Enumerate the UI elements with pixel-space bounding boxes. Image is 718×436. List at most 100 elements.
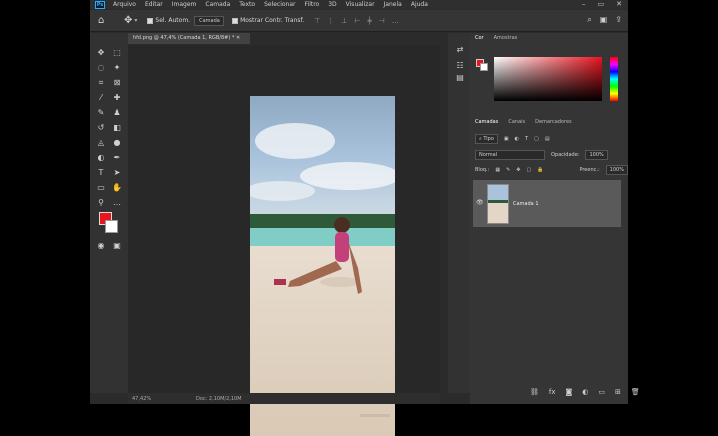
magic-wand-icon[interactable]: ✦ bbox=[110, 62, 124, 74]
filter-smart-icon[interactable]: ▤ bbox=[545, 136, 550, 142]
adjustments-panel-icon[interactable]: ▤ bbox=[454, 73, 466, 83]
filter-type-icon[interactable]: T bbox=[525, 136, 528, 142]
lock-artboard-icon[interactable]: ▢ bbox=[526, 167, 531, 173]
maximize-icon[interactable]: ▭ bbox=[598, 0, 605, 8]
menu-camada[interactable]: Camada bbox=[205, 1, 230, 8]
menu-janela[interactable]: Janela bbox=[384, 1, 402, 8]
filter-shape-icon[interactable]: ▢ bbox=[534, 136, 539, 142]
document-tab[interactable]: hfd.png @ 47,4% (Camada 1, RGB/8#) * ✕ bbox=[128, 33, 250, 44]
lock-move-icon[interactable]: ✥ bbox=[516, 167, 520, 173]
layer-name[interactable]: Camada 1 bbox=[513, 201, 539, 207]
canvas-image[interactable] bbox=[250, 96, 395, 436]
workspace-icon[interactable]: ▣ bbox=[600, 15, 608, 25]
link-layers-icon[interactable]: ⛓ bbox=[530, 388, 539, 396]
brush-icon[interactable]: ✎ bbox=[94, 107, 108, 119]
menu-editar[interactable]: Editar bbox=[145, 1, 163, 8]
filter-adjust-icon[interactable]: ◐ bbox=[515, 136, 519, 142]
menu-selecionar[interactable]: Selecionar bbox=[264, 1, 295, 8]
lasso-icon[interactable]: ◌ bbox=[94, 62, 108, 74]
canvas-area[interactable] bbox=[128, 45, 440, 436]
move-icon[interactable]: ✥ bbox=[94, 47, 108, 59]
hand-icon[interactable]: ✋ bbox=[110, 182, 124, 194]
auto-select-checkbox[interactable]: Sel. Autom. bbox=[147, 17, 190, 24]
close-icon[interactable]: ✕ bbox=[616, 0, 622, 8]
pen-icon[interactable]: ✒ bbox=[110, 152, 124, 164]
background-color-swatch[interactable] bbox=[105, 220, 118, 233]
minimize-icon[interactable]: – bbox=[582, 0, 586, 8]
opacity-field[interactable]: 100% bbox=[585, 150, 608, 160]
layers-footer: ⛓ fx ◙ ◐ ▭ ⊞ 🗑 bbox=[530, 388, 640, 396]
history-panel-icon[interactable]: ⇄ bbox=[454, 45, 466, 55]
align-left-icon[interactable]: ⊢ bbox=[354, 17, 360, 25]
fill-field[interactable]: 100% bbox=[605, 165, 628, 175]
history-brush-icon[interactable]: ↺ bbox=[94, 122, 108, 134]
menu-texto[interactable]: Texto bbox=[239, 1, 255, 8]
filter-pixel-icon[interactable]: ▣ bbox=[504, 136, 509, 142]
hue-slider[interactable] bbox=[610, 57, 618, 101]
marquee-icon[interactable]: ⬚ bbox=[110, 47, 124, 59]
more-icon[interactable]: … bbox=[110, 197, 124, 209]
frame-icon[interactable]: ⊠ bbox=[110, 77, 124, 89]
eye-icon[interactable]: 👁 bbox=[476, 199, 484, 206]
path-select-icon[interactable]: ➤ bbox=[110, 167, 124, 179]
menu-imagem[interactable]: Imagem bbox=[172, 1, 197, 8]
align-top-icon[interactable]: ⊤ bbox=[314, 17, 320, 25]
menu-filtro[interactable]: Filtro bbox=[305, 1, 320, 8]
menu-visualizar[interactable]: Visualizar bbox=[346, 1, 375, 8]
blend-mode-dropdown[interactable]: Normal bbox=[475, 150, 545, 160]
add-mask-icon[interactable]: ◙ bbox=[566, 388, 573, 396]
stamp-icon[interactable]: ♟ bbox=[110, 107, 124, 119]
eraser-icon[interactable]: ◧ bbox=[110, 122, 124, 134]
bucket-icon[interactable]: ◬ bbox=[94, 137, 108, 149]
color-spectrum-field[interactable] bbox=[494, 57, 602, 101]
layer-filter-value: Tipo bbox=[483, 136, 494, 142]
opacity-label: Opacidade: bbox=[551, 152, 580, 158]
share-icon[interactable]: ⇪ bbox=[615, 15, 622, 25]
tab-canais[interactable]: Canais bbox=[508, 119, 525, 125]
tab-camadas[interactable]: Camadas bbox=[475, 119, 498, 125]
layer-row[interactable]: 👁 Camada 1 bbox=[473, 180, 621, 227]
fx-icon[interactable]: fx bbox=[549, 388, 556, 396]
search-icon[interactable]: ⌕ bbox=[587, 15, 591, 25]
dodge-icon[interactable]: ◐ bbox=[94, 152, 108, 164]
eyedropper-icon[interactable]: ⁄ bbox=[94, 92, 108, 104]
screen-mode-icon[interactable]: ▣ bbox=[110, 240, 124, 252]
menu-ajuda[interactable]: Ajuda bbox=[411, 1, 428, 8]
layer-filter-dropdown[interactable]: ⌕ Tipo bbox=[475, 134, 498, 144]
new-group-icon[interactable]: ▭ bbox=[598, 388, 605, 396]
new-layer-icon[interactable]: ⊞ bbox=[615, 388, 621, 396]
auto-select-target-dropdown[interactable]: Camada bbox=[194, 15, 225, 26]
more-options-icon[interactable]: … bbox=[392, 17, 399, 25]
zoom-level[interactable]: 47,42% bbox=[132, 396, 172, 402]
move-tool-icon[interactable]: ✥ bbox=[124, 15, 132, 26]
tab-amostras[interactable]: Amostras bbox=[494, 35, 518, 41]
photoshop-window: Ps Arquivo Editar Imagem Camada Texto Se… bbox=[90, 0, 640, 436]
home-icon[interactable]: ⌂ bbox=[98, 15, 114, 26]
tab-cor[interactable]: Cor bbox=[475, 35, 484, 41]
show-transform-checkbox[interactable]: Mostrar Contr. Transf. bbox=[232, 17, 304, 24]
align-middle-icon[interactable]: ⋮ bbox=[327, 17, 334, 25]
lock-pixels-icon[interactable]: ▦ bbox=[495, 167, 500, 173]
menu-arquivo[interactable]: Arquivo bbox=[113, 1, 136, 8]
align-center-icon[interactable]: ╪ bbox=[367, 17, 371, 25]
close-tab-icon[interactable]: ✕ bbox=[236, 35, 240, 41]
type-icon[interactable]: T bbox=[94, 167, 108, 179]
menu-bar: Ps Arquivo Editar Imagem Camada Texto Se… bbox=[90, 0, 628, 9]
chevron-down-icon[interactable]: ▾ bbox=[134, 17, 137, 24]
quick-mask-icon[interactable]: ◉ bbox=[94, 240, 108, 252]
panel-background-swatch[interactable] bbox=[480, 63, 488, 71]
properties-panel-icon[interactable]: ☷ bbox=[454, 61, 466, 71]
crop-icon[interactable]: ⌗ bbox=[94, 77, 108, 89]
tab-demarcadores[interactable]: Demarcadores bbox=[535, 119, 571, 125]
trash-icon[interactable]: 🗑 bbox=[631, 388, 640, 396]
blur-icon[interactable]: ● bbox=[110, 137, 124, 149]
align-right-icon[interactable]: ⊣ bbox=[379, 17, 385, 25]
lock-all-icon[interactable]: 🔒 bbox=[537, 167, 543, 173]
lock-paint-icon[interactable]: ✎ bbox=[506, 167, 510, 173]
rectangle-icon[interactable]: ▭ bbox=[94, 182, 108, 194]
zoom-icon[interactable]: ⚲ bbox=[94, 197, 108, 209]
adjustment-layer-icon[interactable]: ◐ bbox=[582, 388, 588, 396]
align-bottom-icon[interactable]: ⊥ bbox=[341, 17, 347, 25]
menu-3d[interactable]: 3D bbox=[328, 1, 336, 8]
healing-icon[interactable]: ✚ bbox=[110, 92, 124, 104]
